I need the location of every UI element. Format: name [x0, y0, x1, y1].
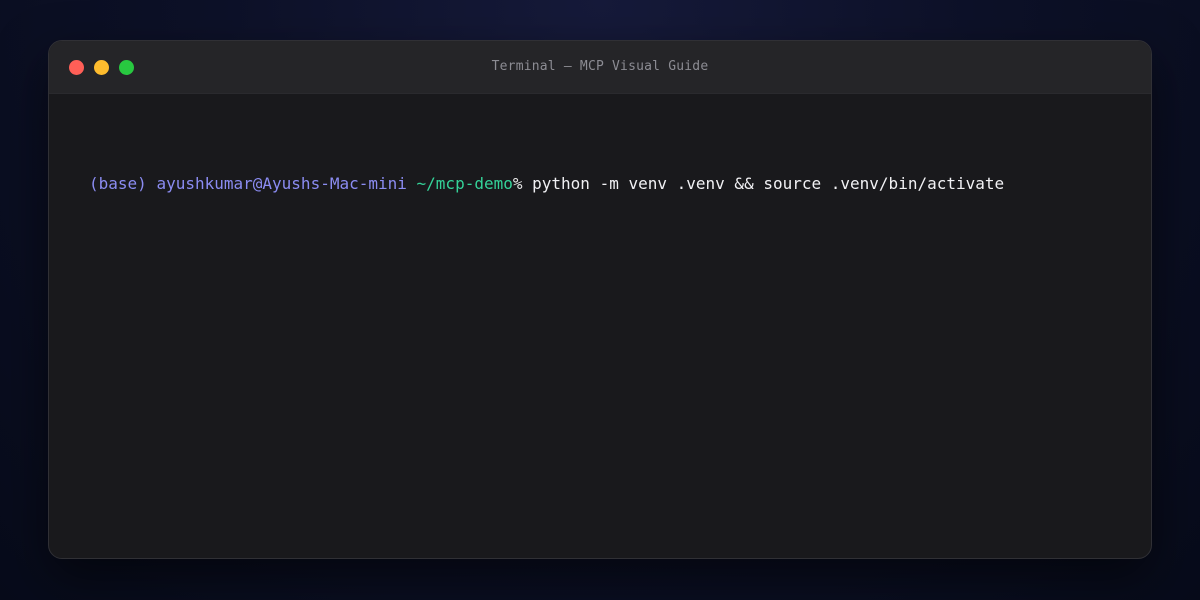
- command-line: (base) ayushkumar@Ayushs-Mac-mini ~/mcp-…: [89, 173, 1111, 195]
- prompt-cwd: ~/mcp-demo: [416, 174, 513, 193]
- window-title: Terminal — MCP Visual Guide: [491, 59, 709, 74]
- terminal-window: Terminal — MCP Visual Guide (base) ayush…: [48, 40, 1152, 559]
- prompt-symbol: %: [512, 174, 523, 193]
- prompt-env: (base): [89, 174, 147, 193]
- prompt-user-host: ayushkumar@Ayushs-Mac-mini: [156, 174, 407, 193]
- command-text: python -m venv .venv && source .venv/bin…: [532, 174, 1005, 193]
- title-bar[interactable]: Terminal — MCP Visual Guide: [49, 41, 1151, 94]
- terminal-output[interactable]: (base) ayushkumar@Ayushs-Mac-mini ~/mcp-…: [49, 94, 1151, 274]
